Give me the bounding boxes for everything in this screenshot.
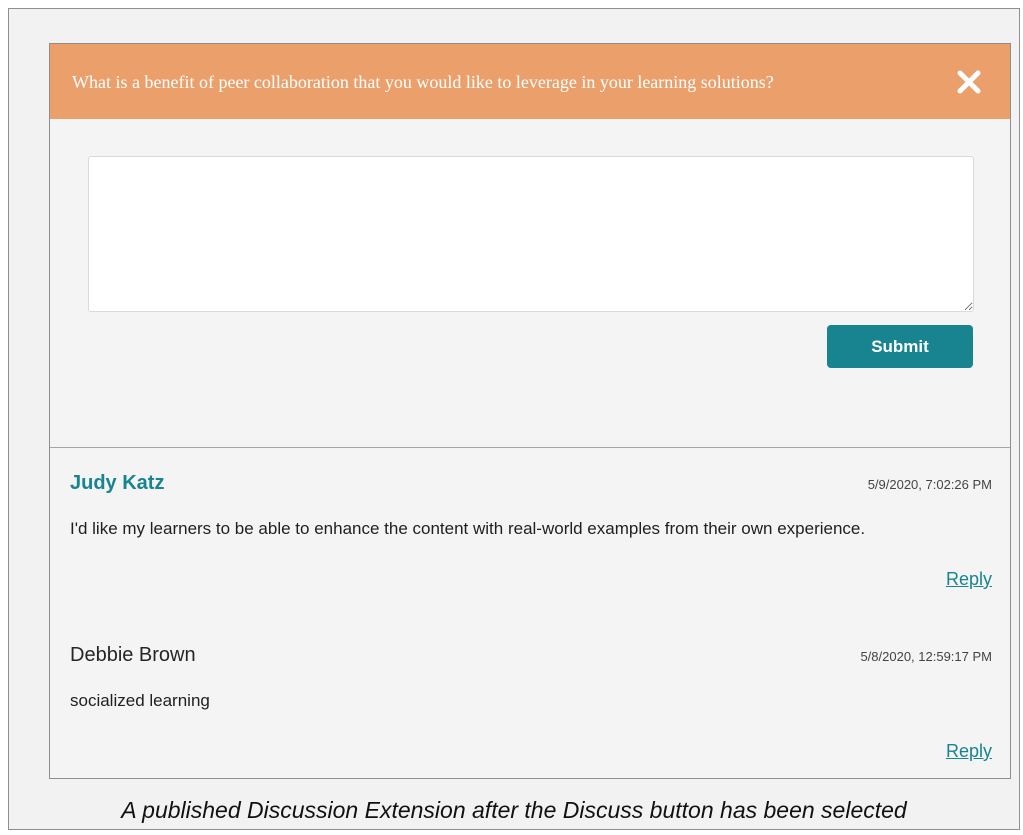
comment-timestamp: 5/9/2020, 7:02:26 PM [867, 477, 992, 492]
question-title: What is a benefit of peer collaboration … [72, 72, 774, 92]
figure-caption: A published Discussion Extension after t… [121, 797, 907, 823]
reply-link[interactable]: Reply [946, 740, 992, 762]
comment-author: Judy Katz [70, 472, 165, 494]
submit-button[interactable]: Submit [827, 325, 973, 368]
comment-item: Judy Katz 5/9/2020, 7:02:26 PM I'd like … [50, 469, 1010, 619]
comment-body: I'd like my learners to be able to enhan… [70, 519, 866, 538]
response-textarea[interactable] [88, 156, 974, 312]
comment-item: Debbie Brown 5/8/2020, 12:59:17 PM socia… [50, 641, 1010, 778]
screenshot-frame: What is a benefit of peer collaboration … [8, 8, 1020, 830]
close-button[interactable] [953, 66, 985, 98]
comment-author: Debbie Brown [70, 644, 196, 666]
comments-divider [50, 447, 1010, 448]
close-icon [957, 70, 981, 94]
comment-body: socialized learning [70, 691, 210, 710]
reply-link[interactable]: Reply [946, 568, 992, 590]
discussion-panel: What is a benefit of peer collaboration … [49, 43, 1011, 779]
discussion-header: What is a benefit of peer collaboration … [50, 44, 1010, 119]
comment-timestamp: 5/8/2020, 12:59:17 PM [860, 649, 992, 664]
